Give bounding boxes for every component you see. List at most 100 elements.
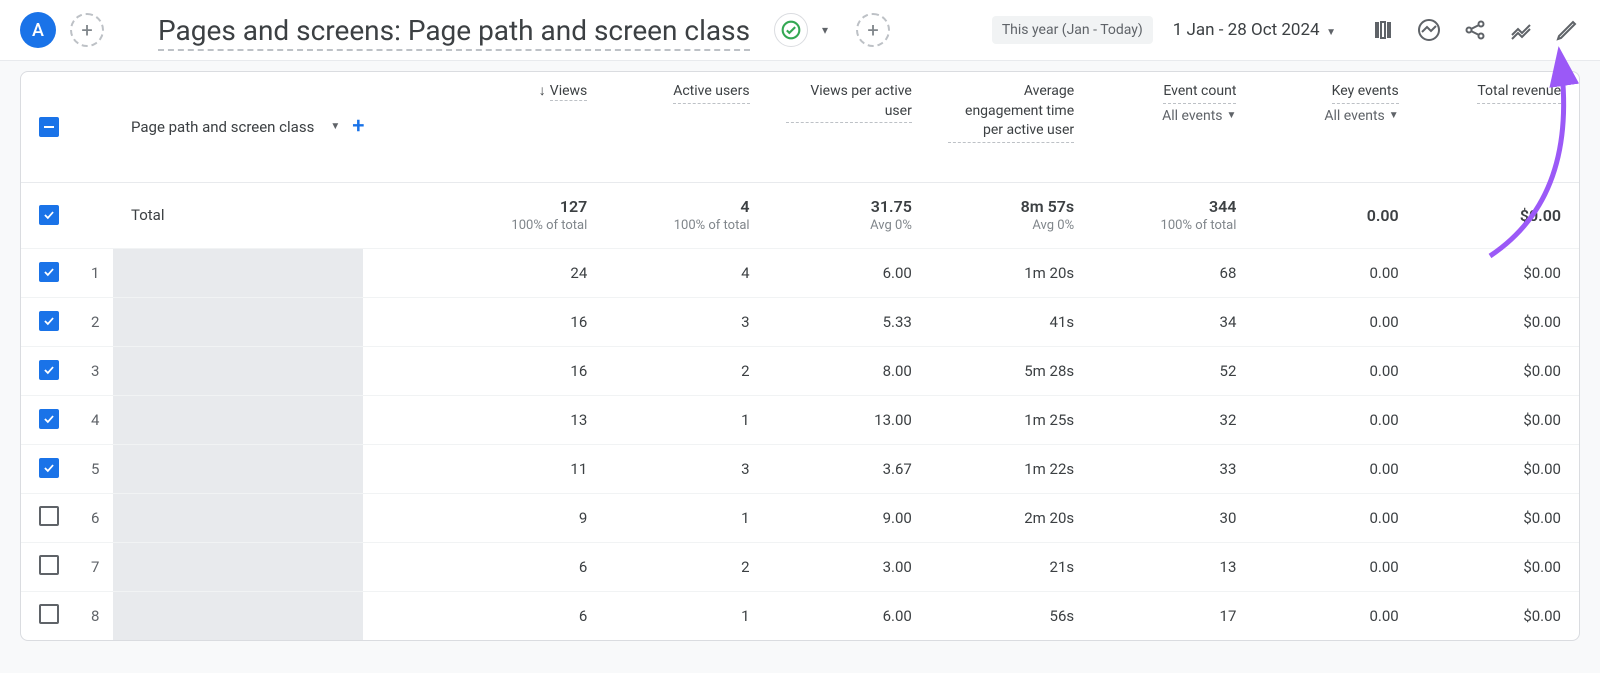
dimension-select[interactable]: Page path and screen class (131, 118, 314, 136)
cell-key-events: 0.00 (1254, 591, 1416, 640)
row-index: 3 (73, 346, 113, 395)
cell-event-count: 30 (1092, 493, 1254, 542)
col-views-per-active-user[interactable]: Views per active user (768, 72, 930, 182)
cell-key-events: 0.00 (1254, 444, 1416, 493)
cell-revenue: $0.00 (1417, 248, 1579, 297)
col-key-events[interactable]: Key events All events ▼ (1254, 72, 1416, 182)
analytics-icon[interactable] (1416, 17, 1442, 43)
status-dropdown-icon[interactable]: ▾ (822, 23, 842, 37)
cell-key-events: 0.00 (1254, 542, 1416, 591)
app-header: A + Pages and screens: Page path and scr… (0, 0, 1600, 61)
cell-views-per-au: 9.00 (768, 493, 930, 542)
compare-columns-icon[interactable] (1370, 17, 1396, 43)
total-label: Total (131, 206, 165, 224)
col-views[interactable]: ↓Views (443, 72, 605, 182)
cell-views: 16 (443, 346, 605, 395)
cell-engagement: 2m 20s (930, 493, 1092, 542)
cell-views: 24 (443, 248, 605, 297)
cell-revenue: $0.00 (1417, 591, 1579, 640)
row-checkbox[interactable] (39, 409, 59, 429)
dimension-value-redacted (113, 543, 363, 591)
cell-key-events: 0.00 (1254, 297, 1416, 346)
cell-views-per-au: 6.00 (768, 591, 930, 640)
total-checkbox[interactable] (39, 205, 59, 225)
cell-event-count: 33 (1092, 444, 1254, 493)
col-active-users[interactable]: Active users (605, 72, 767, 182)
cell-views: 11 (443, 444, 605, 493)
table-row: 7623.0021s130.00$0.00 (21, 542, 1579, 591)
cell-revenue: $0.00 (1417, 493, 1579, 542)
cell-event-count: 52 (1092, 346, 1254, 395)
cell-views-per-au: 6.00 (768, 248, 930, 297)
cell-engagement: 1m 25s (930, 395, 1092, 444)
row-checkbox[interactable] (39, 311, 59, 331)
col-total-revenue[interactable]: Total revenue (1417, 72, 1579, 182)
row-index: 2 (73, 297, 113, 346)
cell-event-count: 13 (1092, 542, 1254, 591)
key-events-filter[interactable]: All events ▼ (1324, 108, 1398, 124)
edit-pencil-icon[interactable] (1554, 17, 1580, 43)
row-checkbox[interactable] (39, 506, 59, 526)
row-index: 1 (73, 248, 113, 297)
row-checkbox[interactable] (39, 555, 59, 575)
table-row: 413113.001m 25s320.00$0.00 (21, 395, 1579, 444)
dimension-value-redacted (113, 347, 363, 395)
row-index: 5 (73, 444, 113, 493)
table-row: 12446.001m 20s680.00$0.00 (21, 248, 1579, 297)
dimension-value-redacted (113, 249, 363, 297)
row-index: 6 (73, 493, 113, 542)
cell-key-events: 0.00 (1254, 493, 1416, 542)
table-row: 8616.0056s170.00$0.00 (21, 591, 1579, 640)
col-avg-engagement[interactable]: Average engagement time per active user (930, 72, 1092, 182)
cell-views: 13 (443, 395, 605, 444)
status-check-icon[interactable] (774, 13, 808, 47)
add-report-button[interactable]: + (70, 13, 104, 47)
row-checkbox[interactable] (39, 458, 59, 478)
cell-engagement: 5m 28s (930, 346, 1092, 395)
dimension-value-redacted (113, 592, 363, 640)
cell-views: 6 (443, 542, 605, 591)
add-dimension-button[interactable]: + (352, 114, 364, 139)
cell-active-users: 3 (605, 444, 767, 493)
cell-views: 6 (443, 591, 605, 640)
sort-down-icon: ↓ (539, 83, 546, 99)
insights-icon[interactable] (1508, 17, 1534, 43)
chevron-down-icon[interactable]: ▼ (330, 121, 340, 132)
cell-views-per-au: 13.00 (768, 395, 930, 444)
dimension-value-redacted (113, 396, 363, 444)
cell-views: 16 (443, 297, 605, 346)
add-comparison-button[interactable]: + (856, 13, 890, 47)
date-range-label[interactable]: 1 Jan - 28 Oct 2024 ▼ (1173, 20, 1336, 40)
row-checkbox[interactable] (39, 262, 59, 282)
table-row: 6919.002m 20s300.00$0.00 (21, 493, 1579, 542)
cell-active-users: 4 (605, 248, 767, 297)
share-icon[interactable] (1462, 17, 1488, 43)
cell-revenue: $0.00 (1417, 444, 1579, 493)
col-event-count[interactable]: Event count All events ▼ (1092, 72, 1254, 182)
cell-key-events: 0.00 (1254, 346, 1416, 395)
page-title[interactable]: Pages and screens: Page path and screen … (158, 14, 750, 51)
row-checkbox[interactable] (39, 360, 59, 380)
cell-revenue: $0.00 (1417, 395, 1579, 444)
cell-views-per-au: 8.00 (768, 346, 930, 395)
date-scope-chip[interactable]: This year (Jan - Today) (992, 16, 1153, 44)
event-count-filter[interactable]: All events ▼ (1162, 108, 1236, 124)
user-avatar[interactable]: A (20, 12, 56, 48)
cell-revenue: $0.00 (1417, 346, 1579, 395)
cell-active-users: 2 (605, 346, 767, 395)
cell-engagement: 1m 20s (930, 248, 1092, 297)
report-table-card: Page path and screen class ▼ + ↓Views Ac… (20, 71, 1580, 641)
cell-engagement: 1m 22s (930, 444, 1092, 493)
row-checkbox[interactable] (39, 604, 59, 624)
row-index: 8 (73, 591, 113, 640)
cell-engagement: 21s (930, 542, 1092, 591)
select-all-checkbox[interactable] (39, 117, 59, 137)
cell-event-count: 68 (1092, 248, 1254, 297)
cell-active-users: 1 (605, 591, 767, 640)
cell-active-users: 1 (605, 395, 767, 444)
dimension-value-redacted (113, 298, 363, 346)
row-index: 4 (73, 395, 113, 444)
dimension-value-redacted (113, 494, 363, 542)
report-table: Page path and screen class ▼ + ↓Views Ac… (21, 72, 1579, 640)
chevron-down-icon: ▼ (1324, 27, 1336, 38)
